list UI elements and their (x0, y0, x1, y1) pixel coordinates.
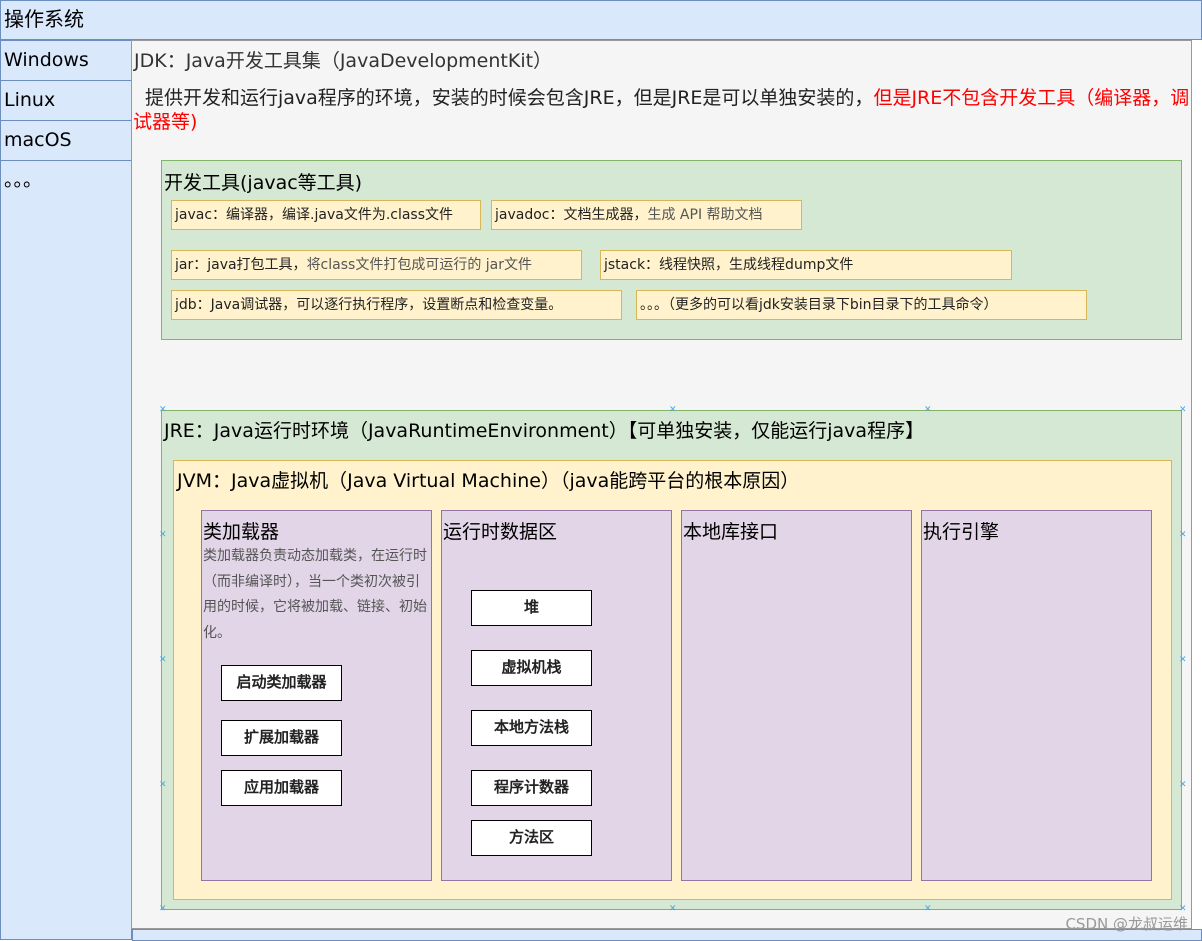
execution-engine-title: 执行引擎 (923, 521, 1000, 543)
tool-javadoc: javadoc：文档生成器，生成 API 帮助文档 (491, 200, 802, 230)
resize-handle-s[interactable] (669, 907, 674, 912)
resize-handle-e2[interactable] (1179, 783, 1184, 788)
native-interface-panel (681, 510, 912, 881)
method-area-box: 方法区 (471, 820, 592, 856)
os-item-windows: Windows (1, 41, 133, 81)
os-bottom-strip (132, 929, 1202, 941)
resize-handle-n2[interactable] (924, 408, 929, 413)
jdk-description: 提供开发和运行java程序的环境，安装的时候会包含JRE，但是JRE是可以单独安… (133, 86, 1199, 134)
jre-title: JRE：Java运行时环境（JavaRuntimeEnvironment）【可单… (164, 420, 925, 442)
resize-handle-se[interactable] (1179, 907, 1184, 912)
resize-handle-s2[interactable] (924, 907, 929, 912)
tool-jstack: jstack：线程快照，生成线程dump文件 (600, 250, 1012, 280)
tool-more-label: 。。。（更多的可以看jdk安装目录下bin目录下的工具命令） (640, 297, 998, 313)
tool-more: 。。。（更多的可以看jdk安装目录下bin目录下的工具命令） (636, 290, 1087, 320)
native-method-stack-box: 本地方法栈 (471, 710, 592, 746)
class-loader-description: 类加载器负责动态加载类，在运行时（而非编译时），当一个类初次被引用的时候，它将被… (203, 548, 427, 641)
resize-handle-ne[interactable] (1179, 408, 1184, 413)
tool-jstack-label: jstack：线程快照，生成线程dump文件 (604, 257, 854, 273)
resize-handle-w1[interactable] (159, 533, 164, 538)
heap-box: 堆 (471, 590, 592, 626)
execution-engine-panel (921, 510, 1152, 881)
tool-jdb-label: jdb：Java调试器，可以逐行执行程序，设置断点和检查变量。 (175, 297, 563, 313)
resize-handle-nw[interactable] (159, 408, 164, 413)
dev-tools-title: 开发工具(javac等工具) (164, 172, 363, 194)
tool-jar: jar：java打包工具，将class文件打包成可运行的 jar文件 (171, 250, 582, 280)
tool-javac: javac：编译器，编译.java文件为.class文件 (171, 200, 481, 230)
os-item-linux: Linux (1, 81, 133, 121)
runtime-data-title: 运行时数据区 (443, 521, 558, 543)
os-item-macos: macOS (1, 121, 133, 161)
class-loader-title: 类加载器 (203, 521, 280, 543)
tool-javadoc-extra: 生成 API 帮助文档 (647, 207, 763, 223)
tool-javac-label: javac：编译器，编译.java文件为.class文件 (175, 207, 454, 223)
tool-javadoc-label: javadoc：文档生成器， (495, 207, 648, 223)
tool-jar-label: jar：java打包工具， (175, 257, 307, 273)
os-item-more: 。。。 (4, 169, 43, 191)
resize-handle-e[interactable] (1179, 658, 1184, 663)
resize-handle-e1[interactable] (1179, 533, 1184, 538)
tool-jar-extra: 将class文件打包成可运行的 jar文件 (306, 257, 532, 273)
application-loader-box: 应用加载器 (221, 770, 342, 806)
os-title: 操作系统 (0, 0, 1202, 40)
bootstrap-loader-box: 启动类加载器 (221, 665, 342, 701)
resize-handle-w2[interactable] (159, 783, 164, 788)
jvm-title: JVM：Java虚拟机（Java Virtual Machine）（java能跨… (177, 470, 800, 492)
resize-handle-w[interactable] (159, 658, 164, 663)
watermark: CSDN @龙叔运维 (1065, 915, 1188, 933)
extension-loader-box: 扩展加载器 (221, 720, 342, 756)
jdk-desc-text: 提供开发和运行java程序的环境，安装的时候会包含JRE，但是JRE是可以单独安… (145, 87, 874, 109)
resize-handle-sw[interactable] (159, 907, 164, 912)
tool-jdb: jdb：Java调试器，可以逐行执行程序，设置断点和检查变量。 (171, 290, 622, 320)
os-list: Windows Linux macOS 。。。 (0, 40, 133, 940)
jdk-title: JDK：Java开发工具集（JavaDevelopmentKit） (134, 50, 553, 72)
native-interface-title: 本地库接口 (683, 521, 779, 543)
program-counter-box: 程序计数器 (471, 770, 592, 806)
resize-handle-n[interactable] (669, 408, 674, 413)
vm-stack-box: 虚拟机栈 (471, 650, 592, 686)
